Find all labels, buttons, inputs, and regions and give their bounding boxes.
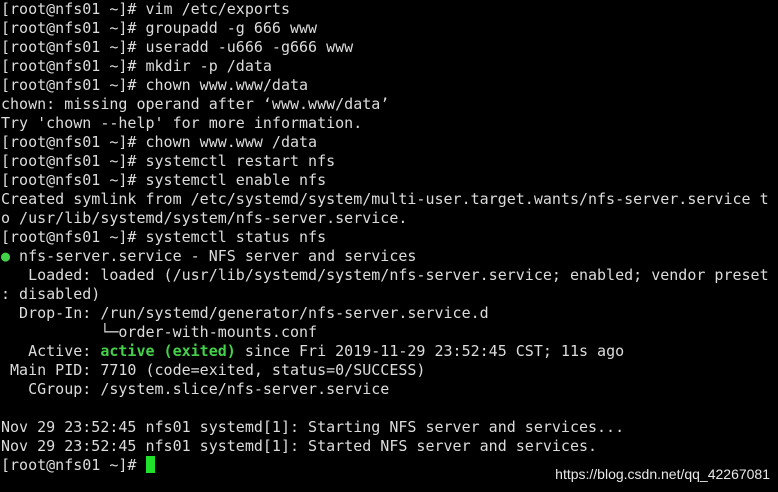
cgroup-line: CGroup: /system.slice/nfs-server.service [1,380,390,398]
command-line: [root@nfs01 ~]# mkdir -p /data [1,57,272,75]
active-label: Active: [1,342,101,360]
status-dot-icon: ● [1,247,11,265]
error-line: Try 'chown --help' for more information. [1,114,363,132]
active-since: since Fri 2019-11-29 23:52:45 CST; 11s a… [235,342,625,360]
log-line: Nov 29 23:52:45 nfs01 systemd[1]: Starte… [1,437,598,455]
service-status-title: ● nfs-server.service - NFS server and se… [1,247,777,266]
active-line: Active: active (exited) since Fri 2019-1… [1,342,777,361]
service-title-text: nfs-server.service - NFS server and serv… [10,247,417,265]
active-state: active (exited) [100,342,236,360]
command-line: [root@nfs01 ~]# useradd -u666 -g666 www [1,38,354,56]
command-line: [root@nfs01 ~]# systemctl restart nfs [1,152,336,170]
output-line: o /usr/lib/systemd/system/nfs-server.ser… [1,209,408,227]
log-line: Nov 29 23:52:45 nfs01 systemd[1]: Starti… [1,418,625,436]
error-line: chown: missing operand after ‘www.www/da… [1,95,390,113]
terminal-cursor [145,456,155,473]
dropin-file-line: └─order-with-mounts.conf [1,323,318,341]
output-line: Created symlink from /etc/systemd/system… [1,190,769,208]
command-line: [root@nfs01 ~]# chown www.www /data [1,133,318,151]
command-line: [root@nfs01 ~]# groupadd -g 666 www [1,19,318,37]
loaded-line-continuation: : disabled) [1,285,101,303]
command-line: [root@nfs01 ~]# chown www.www/data [1,76,309,94]
watermark: https://blog.csdn.net/qq_42267081 [555,466,770,482]
dropin-line: Drop-In: /run/systemd/generator/nfs-serv… [1,304,489,322]
main-pid-line: Main PID: 7710 (code=exited, status=0/SU… [1,361,426,379]
loaded-line: Loaded: loaded (/usr/lib/systemd/system/… [1,266,769,284]
command-line: [root@nfs01 ~]# vim /etc/exports [1,0,290,18]
prompt-text: [root@nfs01 ~]# [1,456,146,474]
command-line: [root@nfs01 ~]# systemctl status nfs [1,228,327,246]
terminal-output[interactable]: [root@nfs01 ~]# vim /etc/exports [root@n… [1,0,777,492]
command-line: [root@nfs01 ~]# systemctl enable nfs [1,171,327,189]
